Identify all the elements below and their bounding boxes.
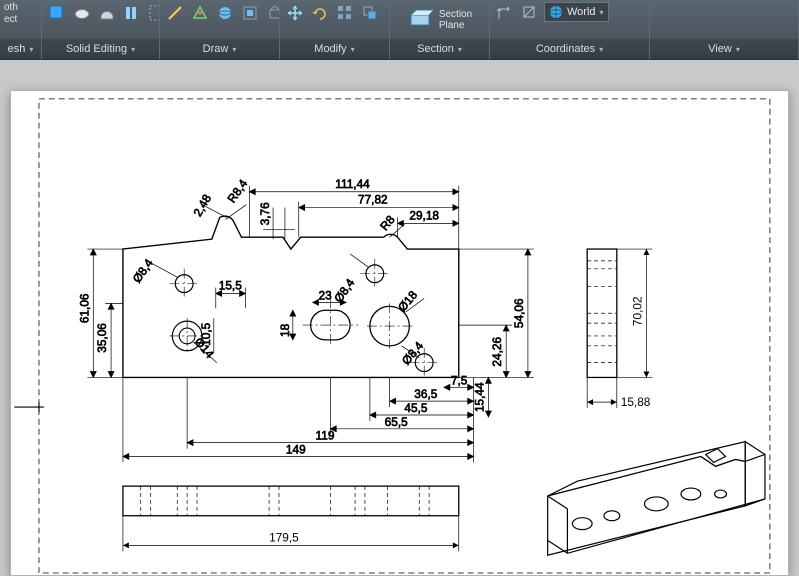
- svg-text:24,26: 24,26: [490, 337, 504, 367]
- panel-coordinates: World ▾ Coordinates▾: [490, 0, 650, 59]
- svg-text:45,5: 45,5: [404, 401, 427, 415]
- coord-icon-1[interactable]: [494, 2, 516, 24]
- panel-title-mesh[interactable]: esh▾: [0, 39, 41, 59]
- modify-misc-icon[interactable]: [359, 2, 381, 24]
- panel-title-coordinates[interactable]: Coordinates▾: [490, 39, 649, 59]
- svg-text:23: 23: [319, 288, 333, 302]
- section-plane-icon[interactable]: [407, 6, 435, 34]
- svg-text:Ø18: Ø18: [395, 288, 420, 314]
- bottom-view: 179,5: [123, 486, 459, 551]
- mesh-label-top: oth: [4, 2, 18, 14]
- chevron-down-icon: ▾: [232, 45, 236, 54]
- solid-edit-icon-4[interactable]: [121, 2, 143, 24]
- draw-line-icon[interactable]: [164, 2, 186, 24]
- draw-poly-icon[interactable]: [239, 2, 261, 24]
- modify-move-icon[interactable]: [284, 2, 306, 24]
- ribbon: oth ect esh▾: [0, 0, 799, 60]
- solid-edit-icon-5[interactable]: [146, 2, 159, 24]
- svg-text:35,06: 35,06: [95, 323, 109, 353]
- chevron-down-icon: ▾: [599, 45, 603, 54]
- globe-icon: [549, 5, 563, 19]
- svg-text:18: 18: [278, 323, 292, 337]
- panel-title-section[interactable]: Section▾: [390, 39, 489, 59]
- svg-text:179,5: 179,5: [269, 530, 299, 544]
- svg-text:149: 149: [286, 443, 306, 457]
- svg-text:70,02: 70,02: [631, 296, 645, 326]
- modify-rotate-icon[interactable]: [309, 2, 331, 24]
- solid-edit-icon-1[interactable]: [46, 2, 68, 24]
- panel-draw: Draw▾: [160, 0, 280, 59]
- iso-view: [548, 442, 765, 556]
- solid-edit-icon-3[interactable]: [96, 2, 118, 24]
- panel-view: View▾: [650, 0, 799, 59]
- svg-text:2,48: 2,48: [190, 192, 214, 219]
- chevron-down-icon: ▾: [131, 45, 135, 54]
- chevron-down-icon: ▾: [351, 45, 355, 54]
- workspace[interactable]: 111,44 77,82 29,18 2,48 R8,4: [0, 60, 799, 576]
- svg-text:R8: R8: [377, 212, 398, 233]
- draw-region-icon[interactable]: [189, 2, 211, 24]
- coord-icon-2[interactable]: [519, 2, 541, 24]
- coord-world-label: World: [567, 6, 596, 18]
- svg-text:77,82: 77,82: [358, 193, 388, 207]
- svg-text:111,44: 111,44: [335, 177, 370, 191]
- svg-text:Ø8,4: Ø8,4: [331, 276, 357, 305]
- panel-title-solid-editing[interactable]: Solid Editing▾: [42, 39, 159, 59]
- svg-text:Ø8,4: Ø8,4: [399, 339, 426, 368]
- chevron-down-icon: ▾: [458, 45, 462, 54]
- svg-text:15,44: 15,44: [472, 382, 486, 412]
- panel-section: Section Plane Section▾: [390, 0, 490, 59]
- technical-drawing: 111,44 77,82 29,18 2,48 R8,4: [11, 91, 788, 575]
- svg-text:10,5: 10,5: [199, 322, 213, 345]
- draw-sphere-icon[interactable]: [214, 2, 236, 24]
- panel-title-modify[interactable]: Modify▾: [280, 39, 389, 59]
- svg-text:29,18: 29,18: [409, 208, 439, 222]
- drawing-sheet: 111,44 77,82 29,18 2,48 R8,4: [10, 90, 789, 576]
- svg-text:Ø8,4: Ø8,4: [130, 256, 156, 285]
- solid-edit-icon-2[interactable]: [71, 2, 93, 24]
- side-view: 70,02 15,88: [587, 249, 652, 409]
- mesh-label-bot: ect: [4, 14, 18, 26]
- coord-world-select[interactable]: World ▾: [544, 2, 609, 22]
- dimensions: 111,44 77,82 29,18 2,48 R8,4: [77, 176, 533, 462]
- chevron-down-icon: ▾: [29, 45, 33, 54]
- chevron-down-icon: ▾: [736, 45, 740, 54]
- svg-text:61,06: 61,06: [77, 293, 91, 323]
- svg-text:65,5: 65,5: [385, 415, 408, 429]
- svg-text:15,5: 15,5: [219, 279, 242, 293]
- chevron-down-icon: ▾: [600, 8, 604, 17]
- modify-array-icon[interactable]: [334, 2, 356, 24]
- svg-text:R8,4: R8,4: [225, 176, 251, 205]
- svg-text:54,06: 54,06: [512, 298, 526, 328]
- svg-text:7,5: 7,5: [451, 373, 468, 387]
- panel-solid-editing: Solid Editing▾: [42, 0, 160, 59]
- svg-text:3,76: 3,76: [258, 202, 272, 225]
- panel-modify: Modify▾: [280, 0, 390, 59]
- svg-text:119: 119: [316, 429, 335, 443]
- draw-misc-icon[interactable]: [264, 2, 279, 24]
- section-plane-label: Section Plane: [439, 9, 472, 31]
- svg-text:36,5: 36,5: [414, 387, 437, 401]
- panel-mesh: oth ect esh▾: [0, 0, 42, 59]
- panel-title-view[interactable]: View▾: [650, 39, 798, 59]
- svg-text:15,88: 15,88: [621, 395, 651, 409]
- panel-title-draw[interactable]: Draw▾: [160, 39, 279, 59]
